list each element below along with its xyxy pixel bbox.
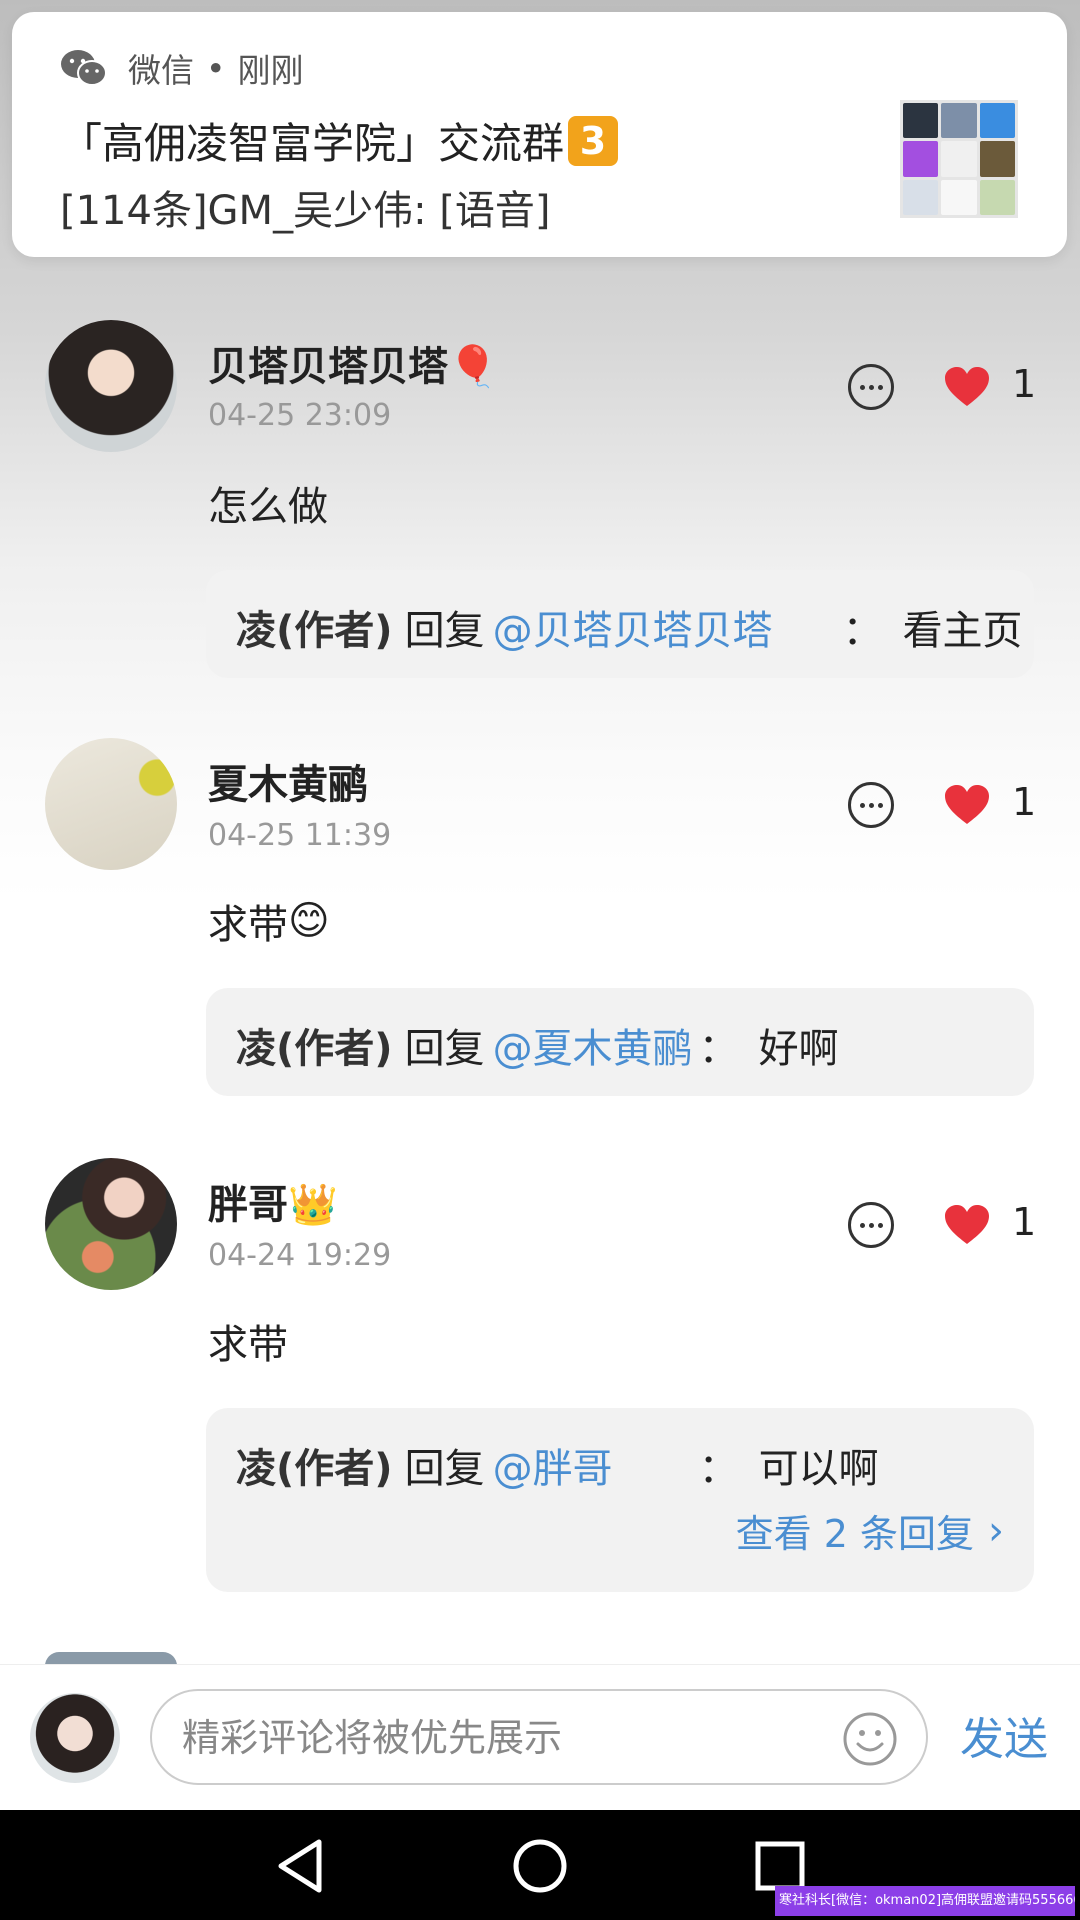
wechat-notification[interactable]: 微信 • 刚刚 「高佣凌智富学院」交流群 3 [114条]GM_吴少伟: [语音… [12, 12, 1067, 257]
author-reply: 凌(作者) 回复 @胖哥 ： 可以啊 [236, 1436, 879, 1494]
smile-emoji: 😊 [288, 898, 330, 944]
notification-app-name: 微信 [128, 51, 194, 90]
comment-text: 求带 😊 [208, 898, 330, 948]
notification-title-row: 「高佣凌智富学院」交流群 3 [60, 110, 619, 171]
reply-author: 凌(作者) [236, 1026, 393, 1072]
comment-input-pill[interactable] [150, 1689, 928, 1785]
reply-mention[interactable]: @夏木黄鹂 [493, 1016, 693, 1074]
send-button[interactable]: 发送 [960, 1703, 1048, 1767]
notification-time: 刚刚 [237, 51, 304, 90]
comment-reply-icon[interactable] [848, 364, 894, 410]
author-reply: 凌(作者) 回复 @夏木黄鹂 ： 好啊 [236, 1016, 839, 1074]
my-avatar[interactable] [30, 1693, 120, 1783]
system-navigation-bar: 寒社科长[微信：okman02]高佣联盟邀请码555666 [0, 1810, 1080, 1920]
home-icon[interactable] [512, 1838, 568, 1894]
reply-mention[interactable]: @贝塔贝塔贝塔 [493, 598, 773, 656]
reply-text: 看主页 [902, 608, 1023, 654]
avatar[interactable] [45, 320, 177, 452]
view-more-replies-label: 查看 2 条回复 [735, 1512, 974, 1556]
reply-text: 好啊 [758, 1026, 839, 1072]
comment-author-name: 贝塔贝塔贝塔🎈 [208, 344, 498, 390]
author-reply-box[interactable]: 凌(作者) 回复 @夏木黄鹂 ： 好啊 [206, 988, 1034, 1096]
author-reply-box[interactable]: 凌(作者) 回复 @胖哥 ： 可以啊 查看 2 条回复 › [206, 1408, 1034, 1592]
notification-title: 「高佣凌智富学院」交流群 [60, 119, 565, 168]
like-count: 1 [1012, 780, 1037, 824]
view-more-replies-link[interactable]: 查看 2 条回复 › [736, 1503, 1004, 1558]
crown-emoji: 👑 [288, 1182, 338, 1228]
comment-author-name: 夏木黄鹂 [208, 762, 368, 808]
reply-text: 可以啊 [758, 1446, 879, 1492]
chevron-right-icon: › [988, 1507, 1004, 1554]
comment-input[interactable] [180, 1705, 824, 1771]
reply-colon: ： [698, 1446, 739, 1492]
notification-message: [114条]GM_吴少伟: [语音] [60, 188, 551, 234]
reply-mention[interactable]: @胖哥 [493, 1436, 613, 1494]
heart-icon[interactable] [944, 366, 990, 408]
author-reply-box[interactable]: 凌(作者) 回复 @贝塔贝塔贝塔 ： 看主页 [206, 570, 1034, 678]
comment-reply-icon[interactable] [848, 1202, 894, 1248]
emoji-icon[interactable] [842, 1711, 898, 1767]
avatar[interactable] [45, 738, 177, 870]
watermark-banner: 寒社科长[微信：okman02]高佣联盟邀请码555666 [775, 1886, 1075, 1916]
reply-colon: ： [698, 1026, 739, 1072]
like-count: 1 [1012, 1200, 1037, 1244]
comment-text: 求带 [208, 1322, 288, 1368]
comment-time: 04-24 19:29 [208, 1238, 392, 1273]
heart-icon[interactable] [944, 1204, 990, 1246]
comment-author-name: 胖哥👑 [208, 1182, 338, 1228]
like-count: 1 [1012, 362, 1037, 406]
comment-text: 怎么做 [208, 484, 328, 530]
notification-separator: • [206, 48, 226, 88]
comment-reply-icon[interactable] [848, 782, 894, 828]
wechat-icon [61, 50, 107, 86]
reply-verb: 回复 [404, 608, 485, 654]
notification-app-row: 微信 • 刚刚 [60, 44, 303, 92]
comment-time: 04-25 23:09 [208, 398, 392, 433]
reply-author: 凌(作者) [236, 608, 393, 654]
group-avatar-thumbnail [900, 100, 1018, 218]
reply-colon: ： [842, 608, 883, 654]
notification-number-badge: 3 [568, 115, 619, 166]
heart-icon[interactable] [944, 784, 990, 826]
reply-verb: 回复 [404, 1026, 485, 1072]
comment-composer: 发送 [0, 1664, 1080, 1811]
balloon-emoji: 🎈 [448, 344, 498, 390]
author-reply: 凌(作者) 回复 @贝塔贝塔贝塔 ： 看主页 [236, 598, 1023, 656]
comment-time: 04-25 11:39 [208, 818, 392, 853]
avatar[interactable] [45, 1158, 177, 1290]
reply-author: 凌(作者) [236, 1446, 393, 1492]
recents-icon[interactable] [755, 1841, 805, 1891]
back-icon[interactable] [275, 1838, 325, 1894]
reply-verb: 回复 [404, 1446, 485, 1492]
